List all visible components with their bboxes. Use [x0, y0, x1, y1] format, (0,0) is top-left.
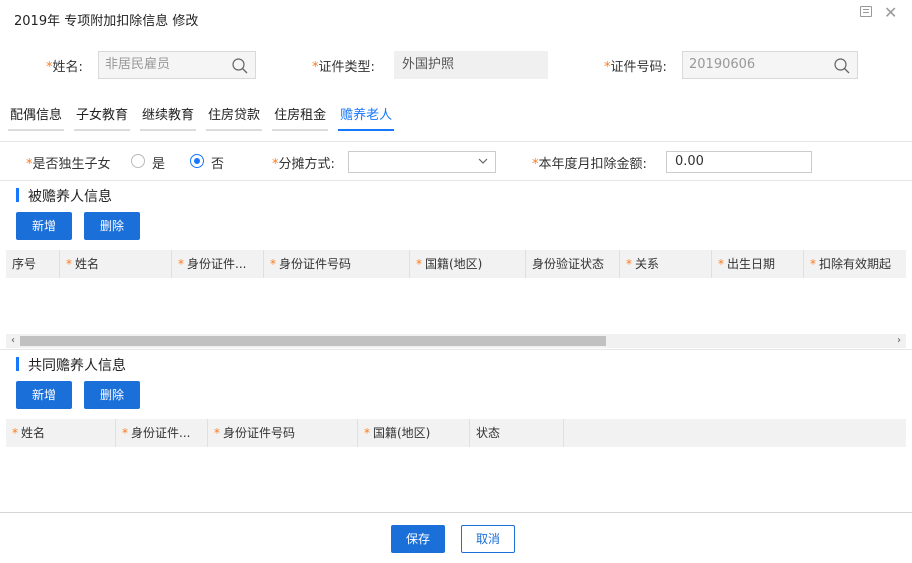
- name-field-label: *姓名:: [46, 60, 83, 75]
- deduction-tabs: 配偶信息 子女教育 继续教育 住房贷款 住房租金 赡养老人: [8, 104, 395, 131]
- monthly-amount-input[interactable]: 0.00: [666, 151, 812, 173]
- col-nationality[interactable]: * 国籍(地区): [358, 419, 470, 447]
- add-dependent-button[interactable]: 新增: [16, 212, 72, 240]
- footer-divider: [0, 512, 912, 513]
- divider: [0, 141, 912, 142]
- id-number-label: *证件号码:: [604, 60, 667, 75]
- dependents-table-header: 序号 * 姓名 * 身份证件... * 身份证件号码 * 国籍(地区) 身份验证状态 *…: [6, 250, 906, 278]
- only-child-yes-radio[interactable]: [131, 154, 145, 168]
- only-child-no-label: 否: [211, 157, 225, 172]
- col-name[interactable]: * 姓名: [6, 419, 116, 447]
- tab-spouse[interactable]: 配偶信息: [8, 104, 65, 131]
- col-id-number[interactable]: * 身份证件号码: [208, 419, 358, 447]
- id-type-value: 外国护照: [394, 51, 548, 79]
- delete-dependent-button[interactable]: 删除: [84, 212, 140, 240]
- tab-housing-rent[interactable]: 住房租金: [272, 104, 329, 131]
- co-supporters-table-header: * 姓名 * 身份证件... * 身份证件号码 * 国籍(地区) 状态: [6, 419, 906, 447]
- only-child-no-radio[interactable]: [190, 154, 204, 168]
- dialog-title: 2019年 专项附加扣除信息 修改: [14, 14, 199, 29]
- name-input[interactable]: 非居民雇员: [98, 51, 256, 79]
- col-deduction-start[interactable]: * 扣除有效期起: [804, 250, 906, 278]
- search-icon[interactable]: [833, 57, 851, 75]
- col-nationality[interactable]: * 国籍(地区): [410, 250, 526, 278]
- divider: [0, 349, 912, 350]
- only-child-yes-label: 是: [152, 157, 166, 172]
- taxpayer-info-row: *姓名: 非居民雇员 *证件类型: 外国护照 *证件号码: 20190606: [0, 51, 912, 79]
- scroll-left-icon[interactable]: ‹: [6, 334, 20, 348]
- col-birth-date[interactable]: * 出生日期: [712, 250, 804, 278]
- cancel-button[interactable]: 取消: [461, 525, 515, 553]
- col-verification-status[interactable]: 身份验证状态: [526, 250, 620, 278]
- col-id-type[interactable]: * 身份证件...: [116, 419, 208, 447]
- col-id-type[interactable]: * 身份证件...: [172, 250, 264, 278]
- col-index[interactable]: 序号: [6, 250, 60, 278]
- window-controls: ✕: [860, 5, 898, 21]
- co-supporters-section-title: 共同赡养人信息: [14, 355, 126, 375]
- split-method-label: *分摊方式:: [272, 157, 335, 172]
- chevron-down-icon: [478, 158, 488, 164]
- scrollbar-thumb[interactable]: [20, 336, 606, 346]
- col-relation[interactable]: * 关系: [620, 250, 712, 278]
- tab-continuing-education[interactable]: 继续教育: [140, 104, 197, 131]
- scroll-right-icon[interactable]: ›: [892, 334, 906, 348]
- col-name[interactable]: * 姓名: [60, 250, 172, 278]
- dialog-titlebar: 2019年 专项附加扣除信息 修改 ✕: [0, 0, 912, 34]
- support-options-row: *是否独生子女 是 否 *分摊方式: *本年度月扣除金额: 0.00: [0, 151, 912, 173]
- tab-elderly-support[interactable]: 赡养老人: [338, 104, 395, 131]
- monthly-amount-label: *本年度月扣除金额:: [532, 157, 647, 172]
- horizontal-scrollbar[interactable]: ‹ ›: [6, 334, 906, 348]
- restore-icon[interactable]: [860, 6, 874, 20]
- col-id-number[interactable]: * 身份证件号码: [264, 250, 410, 278]
- add-co-supporter-button[interactable]: 新增: [16, 381, 72, 409]
- delete-co-supporter-button[interactable]: 删除: [84, 381, 140, 409]
- tab-housing-loan[interactable]: 住房贷款: [206, 104, 263, 131]
- divider: [0, 180, 912, 181]
- col-status[interactable]: 状态: [470, 419, 564, 447]
- only-child-label: *是否独生子女: [26, 157, 111, 172]
- search-icon[interactable]: [231, 57, 249, 75]
- split-method-select[interactable]: [348, 151, 496, 173]
- id-number-input[interactable]: 20190606: [682, 51, 858, 79]
- close-icon[interactable]: ✕: [884, 5, 898, 21]
- tab-child-education[interactable]: 子女教育: [74, 104, 131, 131]
- id-type-label: *证件类型:: [312, 60, 375, 75]
- save-button[interactable]: 保存: [391, 525, 445, 553]
- dependents-section-title: 被赡养人信息: [14, 186, 112, 206]
